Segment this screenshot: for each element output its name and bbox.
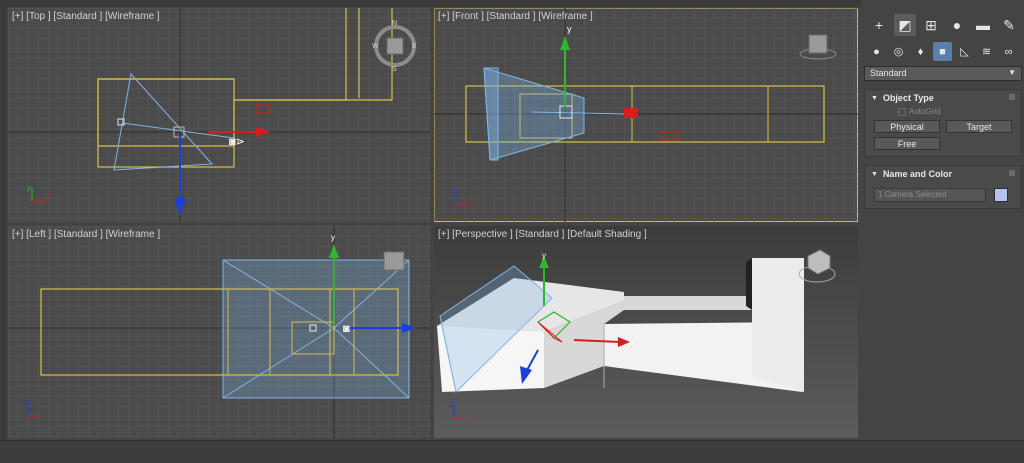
- left-axis-y-label: y: [331, 233, 335, 242]
- name-and-color-header[interactable]: ▼ Name and Color: [865, 166, 1021, 182]
- modify-icon: ◩: [898, 16, 912, 33]
- motion-tab[interactable]: ●: [946, 14, 968, 36]
- modify-tab[interactable]: ◩: [894, 14, 916, 36]
- left-toolbar-strip: [0, 7, 7, 440]
- shapes-icon: ◎: [893, 46, 904, 58]
- shapes-subtab[interactable]: ◎: [889, 42, 908, 61]
- autogrid-label: AutoGrid: [909, 107, 941, 116]
- front-axis-y-label: y: [567, 24, 572, 34]
- rollout-pin-icon[interactable]: [1009, 170, 1015, 176]
- viewport-top[interactable]: ◙⋗ N S E W y x [+] [Top ] [Standard ] [W…: [8, 8, 430, 222]
- display-icon: ▬: [976, 17, 990, 33]
- viewport-left[interactable]: y ◙ z [+] [Left ] [Standard ] [Wireframe…: [8, 226, 430, 438]
- create-subtabs: ● ◎ ♦ ■ ◺ ≋ ∞: [862, 36, 1024, 61]
- utilities-tab[interactable]: ✎: [998, 14, 1020, 36]
- category-dropdown[interactable]: Standard ▼: [864, 66, 1022, 81]
- compass-north: N: [392, 20, 397, 27]
- collapse-arrow-icon: ▼: [871, 170, 878, 178]
- gears-icon: ∞: [1004, 45, 1013, 58]
- autogrid-checkbox[interactable]: [898, 107, 906, 116]
- wrench-icon: ✎: [1003, 16, 1015, 33]
- object-type-header[interactable]: ▼ Object Type: [865, 90, 1021, 106]
- front-viewcube[interactable]: [808, 34, 828, 54]
- viewport-perspective[interactable]: y x z [+] [Perspective ] [Standard ] [De…: [434, 226, 858, 438]
- left-viewcube[interactable]: [383, 251, 405, 271]
- max-app-window: ◙⋗ N S E W y x [+] [Top ] [Standard ] [W…: [0, 0, 1024, 463]
- name-and-color-rollout: ▼ Name and Color 1 Camera Selected: [864, 165, 1022, 209]
- bulb-icon: ♦: [917, 45, 924, 58]
- category-dropdown-value: Standard: [870, 68, 907, 78]
- target-camera-button[interactable]: Target: [946, 120, 1012, 133]
- object-type-row-2: Free: [865, 134, 1021, 156]
- spacewarps-subtab[interactable]: ≋: [977, 42, 996, 61]
- geometry-subtab[interactable]: ●: [867, 42, 886, 61]
- viewport-front[interactable]: y z x [+] [Front ] [Standard ] [Wirefram…: [434, 8, 858, 222]
- collapse-arrow-icon: ▼: [871, 94, 878, 102]
- front-axis-z-label: z: [451, 184, 455, 193]
- front-axis-x-label: x: [470, 196, 474, 205]
- camera-icon: ■: [939, 45, 946, 58]
- motion-icon: ●: [952, 17, 962, 33]
- helpers-subtab[interactable]: ◺: [955, 42, 974, 61]
- compass-west: W: [372, 43, 379, 50]
- systems-subtab[interactable]: ∞: [999, 42, 1018, 61]
- rollout-pin-icon[interactable]: [1009, 94, 1015, 100]
- hierarchy-icon: ⊞: [925, 16, 937, 33]
- top-axis-y-label: y: [27, 183, 31, 192]
- object-name-input[interactable]: 1 Camera Selected: [874, 188, 986, 202]
- svg-text:◙: ◙: [343, 323, 350, 335]
- front-viewport-canvas: y z x: [434, 8, 858, 222]
- perspective-viewport-label[interactable]: [+] [Perspective ] [Standard ] [Default …: [438, 229, 647, 240]
- name-field-row: 1 Camera Selected: [865, 182, 1021, 208]
- perspective-viewport-canvas: y x z: [437, 249, 836, 421]
- cameras-subtab[interactable]: ■: [933, 42, 952, 61]
- persp-viewcube[interactable]: [807, 249, 831, 275]
- free-camera-button[interactable]: Free: [874, 137, 940, 150]
- chevron-down-icon: ▼: [1008, 68, 1016, 77]
- helper-icon: ◺: [960, 46, 969, 58]
- hierarchy-tab[interactable]: ⊞: [920, 14, 942, 36]
- autogrid-option[interactable]: AutoGrid: [865, 106, 1021, 119]
- command-panel-tabs: + ◩ ⊞ ● ▬ ✎: [862, 8, 1024, 36]
- persp-axis-z-label: z: [450, 399, 454, 408]
- left-axis-z-label: z: [24, 397, 28, 406]
- persp-axis-y-label: y: [542, 251, 546, 260]
- compass-south: S: [392, 66, 397, 73]
- name-and-color-title: Name and Color: [882, 169, 952, 179]
- object-color-swatch[interactable]: [994, 188, 1008, 202]
- top-axis-x-label: x: [46, 193, 50, 202]
- object-type-title: Object Type: [882, 93, 934, 103]
- svg-text:◙⋗: ◙⋗: [229, 136, 245, 148]
- physical-camera-button[interactable]: Physical: [874, 120, 940, 133]
- object-type-rollout: ▼ Object Type AutoGrid Physical Target F…: [864, 89, 1022, 157]
- display-tab[interactable]: ▬: [972, 14, 994, 36]
- top-viewport-canvas: ◙⋗ N S E W y x: [8, 8, 430, 222]
- front-viewport-label[interactable]: [+] [Front ] [Standard ] [Wireframe ]: [438, 11, 593, 22]
- sphere-icon: ●: [873, 45, 880, 58]
- create-tab[interactable]: +: [868, 14, 890, 36]
- compass-east: E: [412, 43, 417, 50]
- wave-icon: ≋: [981, 46, 992, 58]
- persp-axis-x-label: x: [630, 337, 634, 346]
- command-panel: + ◩ ⊞ ● ▬ ✎ ● ◎ ♦ ■ ◺ ≋ ∞ Standard ▼ ▼ O…: [862, 8, 1024, 440]
- object-type-row-1: Physical Target: [865, 119, 1021, 134]
- top-toolbar-strip: [0, 0, 862, 7]
- plus-icon: +: [874, 17, 884, 33]
- left-viewport-label[interactable]: [+] [Left ] [Standard ] [Wireframe ]: [12, 229, 160, 240]
- left-viewport-canvas: y ◙ z: [8, 226, 430, 438]
- top-viewport-label[interactable]: [+] [Top ] [Standard ] [Wireframe ]: [12, 11, 160, 22]
- top-viewcube[interactable]: [386, 37, 404, 55]
- lights-subtab[interactable]: ♦: [911, 42, 930, 61]
- status-bar: [0, 440, 1024, 463]
